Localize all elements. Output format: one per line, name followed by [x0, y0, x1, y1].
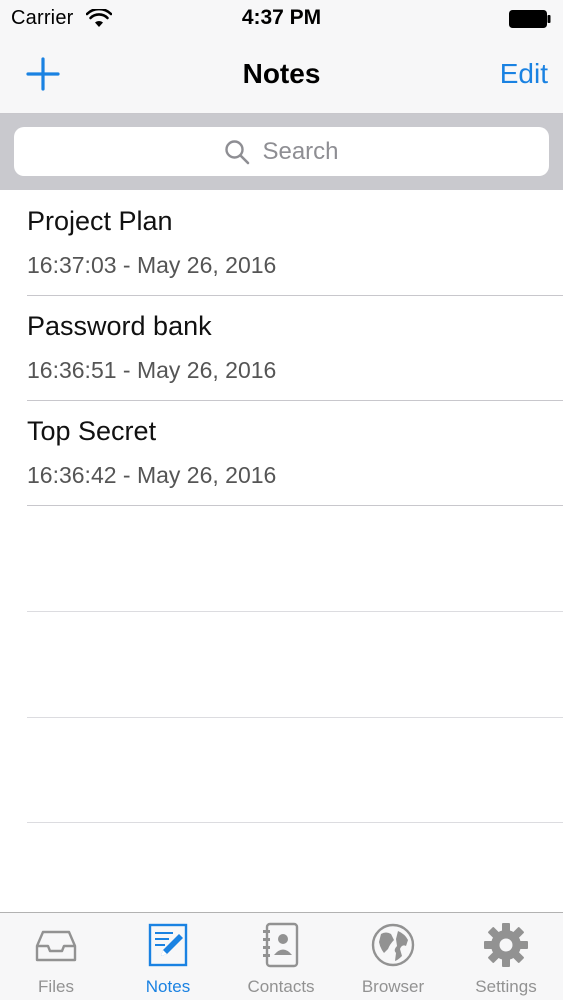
- tab-label: Files: [38, 977, 74, 996]
- page-title: Notes: [242, 58, 321, 89]
- row-divider: [27, 505, 563, 506]
- tab-label: Settings: [475, 977, 537, 996]
- notes-screen: Carrier 4:37 PM Notes Edit Search Projec…: [0, 0, 563, 1000]
- tab-settings[interactable]: Settings: [450, 913, 562, 1000]
- note-title: Password bank: [27, 311, 212, 341]
- notes-list: Project Plan 16:37:03 - May 26, 2016 Pas…: [0, 190, 563, 506]
- note-row-top-secret[interactable]: Top Secret 16:36:42 - May 26, 2016: [0, 400, 563, 506]
- tab-contacts[interactable]: Contacts: [225, 913, 337, 1000]
- note-row-project-plan[interactable]: Project Plan 16:37:03 - May 26, 2016: [0, 190, 563, 296]
- battery-icon: [509, 10, 551, 28]
- status-time: 4:37 PM: [241, 6, 322, 29]
- search-bar: Search: [0, 114, 563, 190]
- edit-button[interactable]: Edit: [500, 58, 548, 90]
- tab-bar: Files Notes Contacts Browser Settings: [0, 912, 563, 1000]
- search-placeholder: Search: [262, 137, 339, 165]
- navigation-bar: Notes Edit: [0, 38, 563, 113]
- tab-browser[interactable]: Browser: [337, 913, 449, 1000]
- note-edit-icon: [148, 923, 188, 967]
- tab-label: Contacts: [247, 977, 315, 996]
- note-title: Project Plan: [27, 206, 173, 236]
- top-bar: Carrier 4:37 PM Notes Edit: [0, 0, 563, 114]
- globe-icon: [371, 923, 415, 967]
- status-bar: Carrier 4:37 PM: [0, 0, 563, 38]
- note-row-password-bank[interactable]: Password bank 16:36:51 - May 26, 2016: [0, 295, 563, 401]
- empty-row-divider: [27, 822, 563, 823]
- gear-icon: [484, 923, 528, 967]
- tab-label: Browser: [361, 977, 425, 996]
- note-timestamp: 16:36:51 - May 26, 2016: [27, 357, 277, 383]
- note-timestamp: 16:36:42 - May 26, 2016: [27, 462, 277, 488]
- empty-row-divider: [27, 611, 563, 612]
- note-timestamp: 16:37:03 - May 26, 2016: [27, 252, 277, 278]
- tab-notes[interactable]: Notes: [112, 913, 224, 1000]
- search-icon: [225, 139, 250, 164]
- tab-files[interactable]: Files: [0, 913, 112, 1000]
- empty-row-divider: [27, 717, 563, 718]
- tab-label: Notes: [145, 977, 191, 996]
- address-book-icon: [263, 922, 299, 968]
- search-input[interactable]: Search: [14, 127, 549, 176]
- note-title: Top Secret: [27, 416, 157, 446]
- tray-icon: [35, 930, 77, 962]
